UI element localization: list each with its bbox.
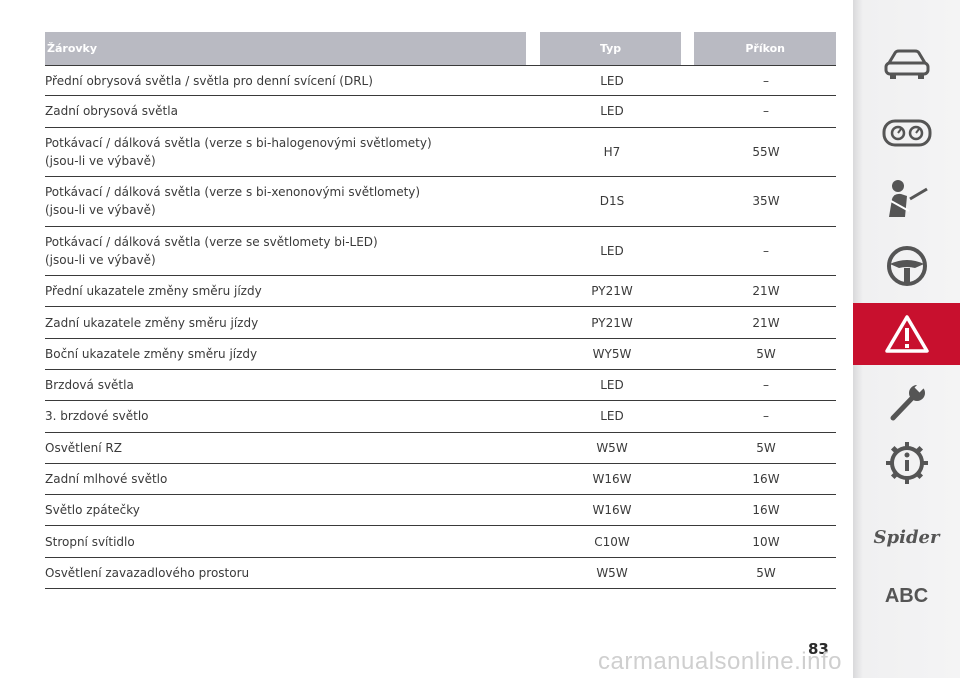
bulb-power: – — [763, 73, 769, 88]
bulb-type: W16W — [592, 503, 632, 518]
table-body: Přední obrysová světla / světla pro denn… — [45, 65, 836, 590]
dashboard-gauges-icon — [882, 119, 931, 147]
chapter-technical-data-nav[interactable] — [853, 432, 960, 494]
bulb-power: 16W — [752, 472, 780, 487]
seatbelt-passenger-icon — [888, 180, 928, 217]
table-row: Potkávací / dálková světla (verze s bi-h… — [45, 128, 836, 178]
bulb-power: 35W — [752, 194, 780, 209]
bulb-power: 16W — [752, 503, 780, 518]
table-row: Potkávací / dálková světla (verze se svě… — [45, 227, 836, 277]
abc-index-label: ABC — [884, 584, 929, 607]
bulb-type: W5W — [596, 440, 628, 455]
bulb-name: Zadní obrysová světla — [45, 104, 178, 119]
bulb-type: LED — [600, 378, 624, 393]
bulb-power: 55W — [752, 144, 780, 159]
bulb-power: 5W — [756, 440, 776, 455]
chapter-maintenance-nav[interactable] — [853, 372, 960, 434]
bulb-power: 5W — [756, 346, 776, 361]
bulb-name: Potkávací / dálková světla (verze s bi-h… — [45, 135, 432, 168]
table-row: 3. brzdové světlo LED – — [45, 401, 836, 433]
bulb-name: 3. brzdové světlo — [45, 409, 149, 424]
wrench-icon — [890, 382, 925, 421]
table-row: Přední ukazatele změny směru jízdy PY21W 2… — [45, 276, 836, 308]
info-gear-icon — [885, 442, 928, 484]
bulb-power: 21W — [752, 284, 780, 299]
bulb-name: Potkávací / dálková světla (verze se svě… — [45, 234, 378, 267]
table-row: Osvětlení zavazadlového prostoru W5W 5W — [45, 558, 836, 590]
bulb-power: 10W — [752, 534, 780, 549]
bulb-power: 5W — [756, 565, 776, 580]
bulb-type: W16W — [592, 472, 632, 487]
chapter-emergency-nav[interactable] — [853, 303, 960, 365]
bulb-name: Světlo zpátečky — [45, 503, 140, 518]
bulb-power: – — [763, 378, 769, 393]
table-row: Potkávací / dálková světla (verze s bi-x… — [45, 177, 836, 227]
table-row: Světlo zpátečky W16W 16W — [45, 495, 836, 527]
bulb-name: Potkávací / dálková světla (verze s bi-x… — [45, 185, 421, 218]
table-row: Stropní svítidlo C10W 10W — [45, 526, 836, 558]
chapter-index-nav[interactable]: ABC — [853, 565, 960, 627]
steering-wheel-icon — [886, 246, 927, 286]
chapter-spider-nav[interactable]: Spider — [853, 506, 960, 568]
spider-logo: Spider — [873, 526, 940, 548]
table-header: Žárovky Typ Příkon — [45, 32, 836, 65]
bulb-type: PY21W — [591, 315, 633, 330]
car-icon — [884, 49, 929, 79]
bulb-name: Zadní ukazatele změny směru jízdy — [45, 315, 259, 330]
bulb-name: Brzdová světla — [45, 378, 134, 393]
bulb-type: LED — [600, 104, 624, 119]
bulb-power: – — [763, 409, 769, 424]
table-row: Osvětlení RZ W5W 5W — [45, 433, 836, 464]
bulb-power: 21W — [752, 315, 780, 330]
bulb-name: Přední obrysová světla / světla pro denn… — [45, 73, 373, 88]
bulb-type: WY5W — [592, 346, 632, 361]
header-type: Typ — [539, 32, 682, 65]
bulb-power: – — [763, 243, 769, 258]
header-power: Příkon — [694, 32, 836, 65]
table-row: Přední obrysová světla / světla pro denn… — [45, 65, 836, 97]
table-row: Brzdová světla LED – — [45, 370, 836, 402]
bulb-type: LED — [600, 409, 624, 424]
bulb-type: LED — [600, 73, 624, 88]
bulb-type: PY21W — [591, 284, 633, 299]
chapter-car-nav[interactable] — [853, 33, 960, 95]
bulb-name: Přední ukazatele změny směru jízdy — [45, 284, 262, 299]
chapter-dashboard-nav[interactable] — [853, 102, 960, 164]
bulb-type: LED — [600, 243, 624, 258]
bulb-name: Zadní mlhové světlo — [45, 472, 168, 487]
bulb-type: C10W — [594, 534, 630, 549]
warning-triangle-icon — [884, 315, 929, 353]
table-row: Zadní obrysová světla LED – — [45, 96, 836, 128]
bulb-table: Žárovky Typ Příkon Přední obrysová světl… — [45, 32, 836, 590]
table-row: Zadní mlhové světlo W16W 16W — [45, 464, 836, 496]
bulb-power: – — [763, 104, 769, 119]
table-row: Boční ukazatele změny směru jízdy WY5W 5W — [45, 339, 836, 370]
header-bulbs: Žárovky — [45, 32, 526, 65]
bulb-name: Boční ukazatele změny směru jízdy — [45, 346, 258, 361]
bulb-type: H7 — [603, 144, 621, 159]
bulb-name: Osvětlení zavazadlového prostoru — [45, 565, 250, 580]
table-row: Zadní ukazatele změny směru jízdy PY21W 21… — [45, 307, 836, 339]
bulb-name: Osvětlení RZ — [45, 440, 122, 455]
chapter-sidebar: Spider ABC — [853, 0, 960, 678]
bulb-name: Stropní svítidlo — [45, 534, 135, 549]
watermark: carmanualsonline.info — [598, 648, 842, 675]
chapter-safety-nav[interactable] — [853, 167, 960, 229]
bulb-type: D1S — [599, 194, 625, 209]
chapter-driving-nav[interactable] — [853, 235, 960, 297]
bulb-type: W5W — [596, 565, 628, 580]
